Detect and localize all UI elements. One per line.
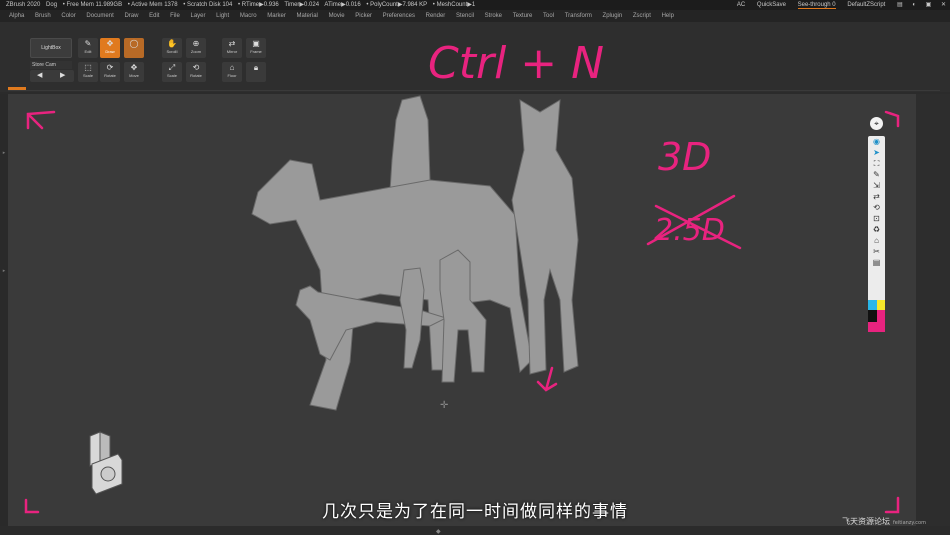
resize-icon[interactable]: ⇲ bbox=[868, 180, 885, 191]
corner-arrow-top-left bbox=[26, 110, 56, 130]
cursor-icon[interactable]: ➤ bbox=[868, 147, 885, 158]
swap-icon[interactable]: ⇄ bbox=[868, 191, 885, 202]
two-five-d-annotation: 2.5D bbox=[654, 213, 725, 248]
cut-icon[interactable]: ✂ bbox=[868, 246, 885, 257]
three-d-annotation: 3D bbox=[658, 135, 711, 179]
undo-icon[interactable]: ⟲ bbox=[868, 202, 885, 213]
corner-arrow-top-right bbox=[884, 110, 900, 128]
subtitle-caption: 几次只是为了在同一时间做同样的事情 bbox=[322, 502, 628, 522]
recycle-icon[interactable]: ♻ bbox=[868, 224, 885, 235]
color-swatch[interactable] bbox=[868, 300, 885, 332]
crosshair-cursor: ✛ bbox=[440, 400, 449, 411]
ctrl-n-annotation: Ctrl + N bbox=[428, 38, 604, 89]
watermark-url: feitianzy.com bbox=[893, 520, 926, 526]
frame-icon[interactable]: ⛶ bbox=[868, 158, 885, 169]
pin-icon[interactable]: ⌖ bbox=[870, 117, 883, 130]
watermark-text: 飞天资源论坛 bbox=[842, 517, 890, 526]
box-icon[interactable]: ⊡ bbox=[868, 213, 885, 224]
down-arrow bbox=[536, 366, 558, 392]
layers-icon[interactable]: ▤ bbox=[868, 257, 885, 268]
eye-icon[interactable]: ◉ bbox=[868, 136, 885, 147]
home-icon[interactable]: ⌂ bbox=[868, 235, 885, 246]
pencil-icon[interactable]: ✎ bbox=[868, 169, 885, 180]
axis-gizmo[interactable] bbox=[78, 430, 126, 498]
watermark: 飞天资源论坛 feitianzy.com bbox=[842, 516, 926, 527]
annotation-layer: Ctrl + N 3D 2.5D bbox=[24, 38, 900, 514]
